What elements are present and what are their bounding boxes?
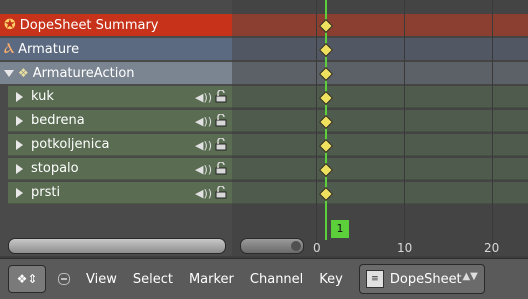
- frame-tick: 10: [397, 241, 413, 255]
- collapse-menus-icon[interactable]: [58, 273, 70, 285]
- frame-gridline: [492, 0, 493, 256]
- lock-icon[interactable]: [215, 138, 227, 151]
- menu-key[interactable]: Key: [319, 272, 343, 287]
- expand-icon[interactable]: [16, 91, 23, 102]
- channel-action[interactable]: ❖ ArmatureAction: [0, 62, 232, 84]
- bone-track: [232, 182, 528, 204]
- channel-scrollbar[interactable]: [8, 238, 226, 254]
- frame-tick: 20: [484, 241, 500, 255]
- summary-label: DopeSheet Summary: [19, 17, 159, 33]
- channel-bone[interactable]: kuk ◀)): [8, 86, 232, 108]
- frame-tick: 0: [313, 241, 321, 255]
- timeline-scrollbar[interactable]: [240, 238, 304, 254]
- dopesheet-header: ❖⇕ View Select Marker Channel Key ≡ Dope…: [0, 258, 528, 299]
- dropdown-arrow-icon: ▲▼: [462, 271, 478, 282]
- menu-select[interactable]: Select: [133, 272, 173, 287]
- expand-icon[interactable]: [4, 69, 14, 77]
- armature-label: Armature: [18, 41, 80, 57]
- channel-bone[interactable]: bedrena ◀)): [8, 110, 232, 132]
- action-track: [232, 62, 528, 84]
- menu-view[interactable]: View: [86, 272, 117, 287]
- bone-track: [232, 158, 528, 180]
- mode-dropdown[interactable]: ≡ DopeSheet ▲▼: [358, 264, 485, 294]
- expand-icon[interactable]: [16, 163, 23, 174]
- bone-label: potkoljenica: [31, 137, 110, 152]
- expand-icon[interactable]: [16, 187, 23, 198]
- menu-channel[interactable]: Channel: [250, 272, 303, 287]
- armature-icon: Ⲁ: [4, 41, 15, 57]
- dopesheet-mode-icon: ≡: [365, 270, 384, 288]
- menu-marker[interactable]: Marker: [189, 272, 234, 287]
- expand-icon[interactable]: [16, 115, 23, 126]
- scrollbar-knob[interactable]: [291, 241, 301, 251]
- speaker-icon[interactable]: ◀)): [195, 115, 212, 128]
- bone-track: [232, 110, 528, 132]
- dopesheet-editor-icon: ❖⇕: [16, 272, 38, 286]
- lock-icon[interactable]: [215, 186, 227, 199]
- lock-icon[interactable]: [215, 90, 227, 103]
- bone-label: stopalo: [31, 161, 79, 176]
- speaker-icon[interactable]: ◀)): [195, 139, 212, 152]
- bone-track: [232, 86, 528, 108]
- action-icon: ❖: [18, 66, 29, 80]
- frame-gridline: [404, 0, 405, 256]
- speaker-icon[interactable]: ◀)): [195, 163, 212, 176]
- channel-bone[interactable]: potkoljenica ◀)): [8, 134, 232, 156]
- summary-track: [232, 14, 528, 36]
- channel-bone[interactable]: prsti ◀)): [8, 182, 232, 204]
- channel-summary[interactable]: ✪ DopeSheet Summary: [0, 14, 232, 36]
- mode-label: DopeSheet: [389, 271, 462, 287]
- armature-track: [232, 38, 528, 60]
- dopesheet-icon: ✪: [4, 17, 16, 33]
- current-frame-indicator[interactable]: 1: [331, 220, 349, 238]
- channel-bone[interactable]: stopalo ◀)): [8, 158, 232, 180]
- editor-type-button[interactable]: ❖⇕: [8, 265, 46, 293]
- lock-icon[interactable]: [215, 114, 227, 127]
- bone-label: prsti: [31, 185, 61, 200]
- frame-gridline: [316, 0, 317, 256]
- action-label: ArmatureAction: [32, 65, 135, 81]
- channel-armature[interactable]: Ⲁ Armature: [0, 38, 232, 60]
- speaker-icon[interactable]: ◀)): [195, 187, 212, 200]
- speaker-icon[interactable]: ◀)): [195, 91, 212, 104]
- lock-icon[interactable]: [215, 162, 227, 175]
- bone-track: [232, 134, 528, 156]
- expand-icon[interactable]: [16, 139, 23, 150]
- bone-label: kuk: [31, 89, 54, 104]
- bone-label: bedrena: [31, 113, 85, 128]
